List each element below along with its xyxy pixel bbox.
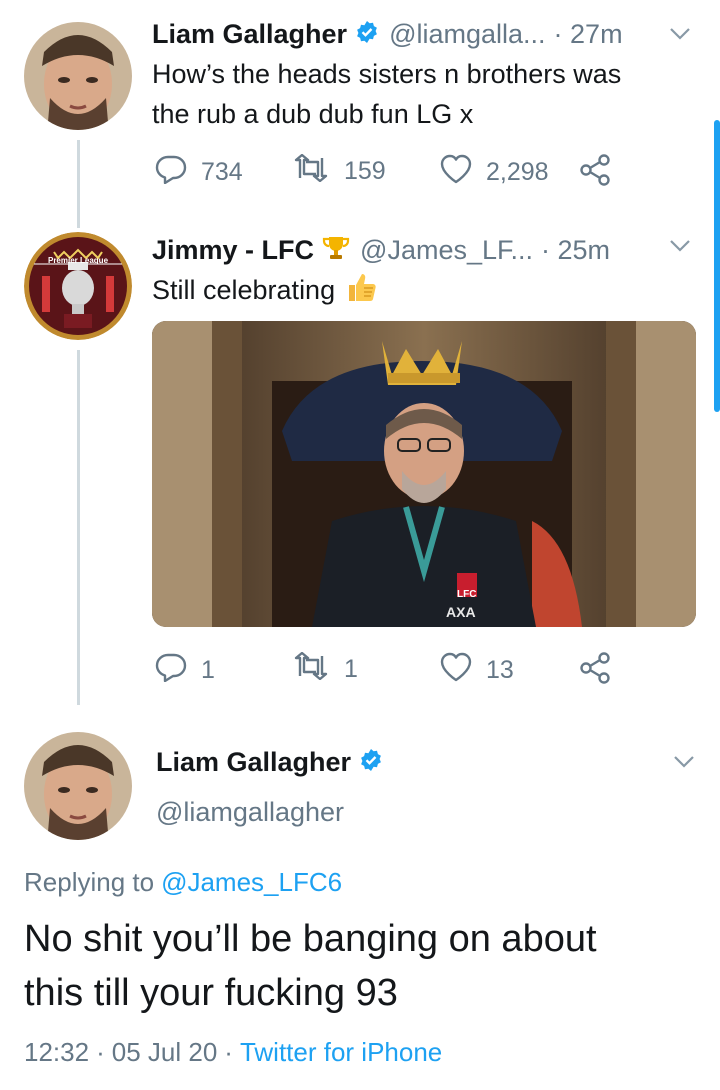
retweet-button[interactable]: 1 — [292, 651, 358, 687]
author-name[interactable]: Jimmy - LFC — [152, 235, 314, 266]
avatar[interactable] — [24, 22, 132, 130]
like-count: 13 — [486, 656, 514, 684]
scrollbar[interactable] — [714, 120, 720, 412]
like-button[interactable]: 2,298 — [440, 154, 549, 191]
verified-badge-icon — [355, 20, 379, 49]
retweet-count: 1 — [344, 655, 358, 683]
retweet-icon — [292, 153, 344, 189]
reply-button[interactable]: 734 — [155, 154, 243, 191]
reply-count: 1 — [201, 656, 215, 684]
trophy-emoji-icon — [322, 234, 350, 267]
share-icon — [578, 652, 626, 691]
tweet-date: 05 Jul 20 — [111, 1036, 218, 1067]
chevron-down-icon[interactable] — [668, 26, 692, 47]
verified-badge-icon — [359, 748, 383, 777]
share-button[interactable] — [578, 652, 626, 691]
separator-dot: · — [224, 1036, 233, 1067]
avatar[interactable]: Premier League — [24, 232, 132, 340]
tweet-media-image[interactable]: AXA LFC — [152, 321, 696, 627]
tweet-time: 12:32 — [24, 1036, 90, 1067]
share-icon — [578, 154, 626, 193]
tweet-text-line: No shit you’ll be banging on about — [24, 918, 597, 960]
chevron-down-icon[interactable] — [672, 754, 696, 775]
author-handle[interactable]: @liamgalla... — [389, 19, 545, 50]
like-button[interactable]: 13 — [440, 652, 514, 689]
image-sponsor-text: AXA — [446, 604, 476, 620]
tweet-text-line: How’s the heads sisters n brothers was — [152, 59, 622, 89]
reply-count: 734 — [201, 158, 243, 186]
reply-icon — [155, 652, 201, 689]
thread-line — [77, 350, 80, 705]
reply-icon — [155, 154, 201, 191]
retweet-button[interactable]: 159 — [292, 153, 386, 189]
tweet-text: Still celebrating — [152, 274, 336, 305]
tweet-text-line: this till your fucking 93 — [24, 972, 398, 1014]
tweet-source-link[interactable]: Twitter for iPhone — [240, 1037, 442, 1068]
like-icon — [440, 154, 486, 191]
retweet-count: 159 — [344, 157, 386, 185]
tweet-time[interactable]: · 27m — [554, 19, 623, 50]
image-crest-text: LFC — [457, 589, 477, 600]
chevron-down-icon[interactable] — [668, 238, 692, 259]
avatar-label: Premier League — [47, 256, 109, 265]
avatar[interactable] — [24, 732, 132, 840]
separator-dot: · — [96, 1036, 105, 1067]
like-icon — [440, 652, 486, 689]
replying-to-prefix: Replying to — [24, 866, 155, 897]
retweet-icon — [292, 651, 344, 687]
thumbs-up-emoji-icon — [345, 270, 379, 311]
like-count: 2,298 — [486, 158, 549, 186]
author-name[interactable]: Liam Gallagher — [156, 747, 351, 778]
author-handle[interactable]: @liamgallagher — [156, 797, 344, 828]
replying-to-link[interactable]: @James_LFC6 — [161, 867, 342, 898]
tweet-text-line: the rub a dub dub fun LG x — [152, 99, 474, 129]
share-button[interactable] — [578, 154, 626, 193]
tweet-time[interactable]: · 25m — [541, 235, 610, 266]
author-handle[interactable]: @James_LF... — [360, 235, 533, 266]
author-name[interactable]: Liam Gallagher — [152, 19, 347, 50]
reply-button[interactable]: 1 — [155, 652, 215, 689]
thread-line — [77, 140, 80, 228]
